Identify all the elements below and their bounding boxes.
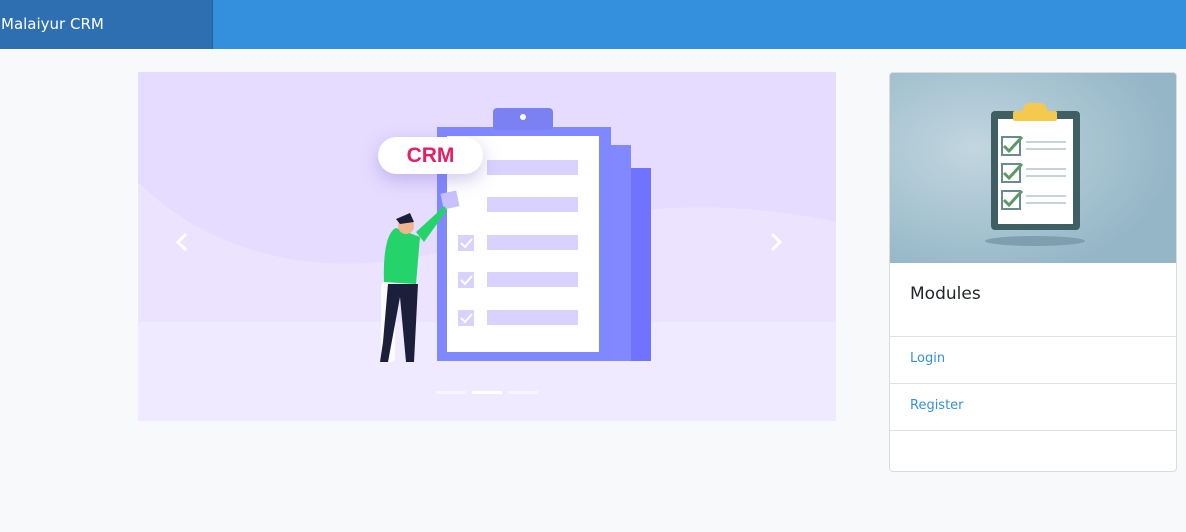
modules-card: Modules Login Register [889, 72, 1177, 472]
login-link[interactable]: Login [890, 336, 1176, 382]
crm-badge: CRM [378, 137, 483, 174]
card-title: Modules [910, 284, 981, 304]
brand-link[interactable]: Malaiyur CRM [0, 0, 213, 49]
carousel-indicator-active[interactable] [472, 391, 502, 394]
register-link[interactable]: Register [890, 383, 1176, 429]
chevron-right-icon [770, 232, 783, 252]
carousel-prev-button[interactable] [175, 232, 205, 262]
carousel-indicators [138, 391, 836, 397]
carousel-next-button[interactable] [769, 232, 799, 262]
chevron-left-icon [175, 232, 188, 252]
carousel-indicator[interactable] [508, 391, 538, 394]
carousel-indicator[interactable] [436, 391, 466, 394]
card-image [890, 73, 1176, 263]
top-navbar: Malaiyur CRM [0, 0, 1186, 49]
clipboard-checklist-icon [890, 73, 1176, 263]
image-carousel: CRM [138, 72, 836, 421]
card-footer [890, 430, 1176, 471]
crm-illustration [138, 72, 836, 421]
